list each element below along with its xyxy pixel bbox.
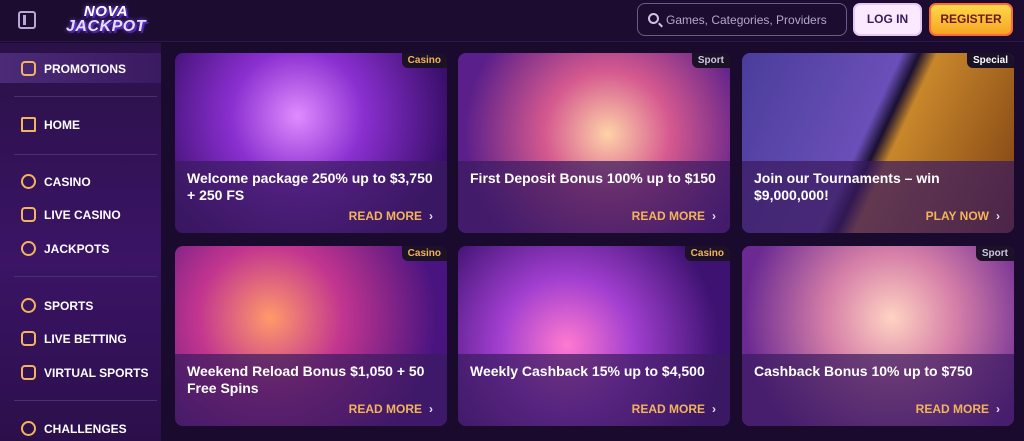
promo-title: Welcome package 250% up to $3,750 + 250 … [187,170,433,203]
sidebar-item-challenges[interactable]: CHALLENGES [0,413,161,441]
sidebar-divider [14,276,157,277]
promo-card-weekly-cashback[interactable]: Casino Weekly Cashback 15% up to $4,500 … [458,246,730,426]
register-button[interactable]: REGISTER [929,3,1013,36]
sidebar-item-promotions[interactable]: PROMOTIONS [0,53,161,83]
login-button[interactable]: LOG IN [853,3,922,36]
soccer-ball-icon [21,298,36,313]
sidebar-divider [14,400,157,401]
play-now-link[interactable]: PLAY NOW › [926,209,1000,223]
category-tag: Special [966,53,1014,68]
top-header: NOVA JACKPOT LOG IN REGISTER [0,0,1024,42]
medal-icon [21,421,36,436]
chevron-right-icon: › [712,209,716,223]
card-caption: Welcome package 250% up to $3,750 + 250 … [175,161,447,233]
spade-icon [21,207,36,222]
logo-line1: NOVA [83,3,129,20]
cta-label: PLAY NOW [925,209,989,223]
home-icon [21,117,36,132]
sidebar-item-live-casino[interactable]: LIVE CASINO [0,199,161,229]
chevron-right-icon: › [996,402,1000,416]
promo-card-tournaments[interactable]: Special Join our Tournaments – win $9,00… [742,53,1014,233]
sidebar-item-label: CASINO [44,175,91,189]
sidebar-item-casino[interactable]: CASINO [0,166,161,196]
promo-title: First Deposit Bonus 100% up to $150 [470,170,716,186]
cta-label: READ MORE [348,402,422,416]
search-icon [648,13,659,24]
card-caption: Join our Tournaments – win $9,000,000! P… [742,161,1014,233]
card-caption: Cashback Bonus 10% up to $750 READ MORE › [742,354,1014,426]
promo-title: Weekly Cashback 15% up to $4,500 [470,363,705,379]
cta-label: READ MORE [348,209,422,223]
promo-title: Cashback Bonus 10% up to $750 [754,363,973,379]
sidebar-item-live-betting[interactable]: LIVE BETTING [0,323,161,353]
gift-box-icon [21,61,36,76]
category-tag: Sport [975,246,1014,261]
category-tag: Casino [401,53,447,68]
sidebar-item-label: PROMOTIONS [44,62,127,76]
promo-title: Join our Tournaments – win $9,000,000! [754,170,940,203]
read-more-link[interactable]: READ MORE › [632,402,716,416]
search-input[interactable] [666,4,844,35]
sidebar-divider [14,96,157,97]
sidebar-item-label: HOME [44,118,80,132]
chevron-right-icon: › [429,209,433,223]
seven-icon [21,241,36,256]
category-tag: Casino [401,246,447,261]
card-caption: First Deposit Bonus 100% up to $150 READ… [458,161,730,233]
logo-line2: JACKPOT [66,18,146,35]
sidebar-item-virtual-sports[interactable]: VIRTUAL SPORTS [0,357,161,387]
read-more-link[interactable]: READ MORE › [916,402,1000,416]
promo-card-cashback-bonus[interactable]: Sport Cashback Bonus 10% up to $750 READ… [742,246,1014,426]
gamepad-icon [21,365,36,380]
read-more-link[interactable]: READ MORE › [632,209,716,223]
card-caption: Weekly Cashback 15% up to $4,500 READ MO… [458,354,730,426]
read-more-link[interactable]: READ MORE › [349,209,433,223]
category-tag: Sport [691,53,730,68]
promo-card-welcome[interactable]: Casino Welcome package 250% up to $3,750… [175,53,447,233]
sidebar-divider [14,154,157,155]
category-tag: Casino [684,246,730,261]
promo-card-weekend-reload[interactable]: Casino Weekend Reload Bonus $1,050 + 50 … [175,246,447,426]
promo-title: Weekend Reload Bonus $1,050 + 50 Free Sp… [187,363,425,396]
sidebar-item-label: LIVE BETTING [44,332,127,346]
promo-card-first-deposit[interactable]: Sport First Deposit Bonus 100% up to $15… [458,53,730,233]
sidebar-toggle-icon[interactable] [18,11,36,29]
nova-jackpot-logo[interactable]: NOVA JACKPOT [58,4,154,38]
cta-label: READ MORE [915,402,989,416]
sidebar-item-jackpots[interactable]: JACKPOTS [0,233,161,263]
card-caption: Weekend Reload Bonus $1,050 + 50 Free Sp… [175,354,447,426]
chevron-right-icon: › [712,402,716,416]
read-more-link[interactable]: READ MORE › [349,402,433,416]
sidebar-item-label: VIRTUAL SPORTS [44,366,149,380]
sidebar: PROMOTIONS HOME CASINO LIVE CASINO JACKP… [0,43,161,441]
chevron-right-icon: › [996,209,1000,223]
sidebar-item-label: LIVE CASINO [44,208,121,222]
sidebar-item-home[interactable]: HOME [0,109,161,139]
sidebar-item-label: SPORTS [44,299,94,313]
search-box [637,3,847,36]
casino-chip-icon [21,174,36,189]
play-icon [21,331,36,346]
sidebar-item-sports[interactable]: SPORTS [0,290,161,320]
cta-label: READ MORE [631,209,705,223]
chevron-right-icon: › [429,402,433,416]
sidebar-item-label: CHALLENGES [44,422,127,436]
sidebar-item-label: JACKPOTS [44,242,110,256]
cta-label: READ MORE [631,402,705,416]
